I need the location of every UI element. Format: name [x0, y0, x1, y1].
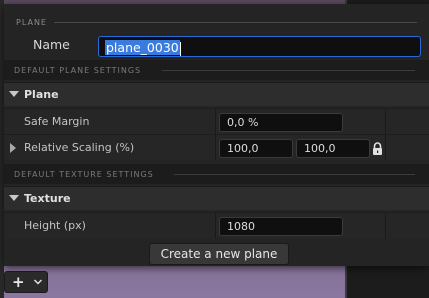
- group-label-plane: Plane: [24, 88, 59, 101]
- create-new-plane-button[interactable]: Create a new plane: [149, 243, 289, 265]
- section-divider: [162, 70, 415, 71]
- relative-scaling-y-input[interactable]: 100,0: [296, 139, 370, 158]
- text-caret: [179, 42, 181, 56]
- column-divider: [215, 109, 216, 135]
- section-divider: [54, 22, 417, 23]
- group-header-texture[interactable]: Texture: [4, 186, 429, 210]
- expand-triangle-icon[interactable]: [10, 143, 16, 153]
- safe-margin-input[interactable]: 0,0 %: [219, 113, 343, 132]
- group-label-texture: Texture: [24, 192, 71, 205]
- chevron-down-icon: [33, 279, 43, 285]
- new-plane-dialog: PLANE Name plane_0030 DEFAULT PLANE SETT…: [4, 4, 429, 266]
- name-input-value: plane_0030: [105, 40, 180, 55]
- column-divider: [385, 109, 386, 135]
- property-row-height: Height (px) 1080: [4, 212, 429, 239]
- relative-scaling-x-input[interactable]: 100,0: [219, 139, 293, 158]
- group-header-plane[interactable]: Plane: [4, 82, 429, 106]
- section-title-plane: PLANE: [16, 18, 47, 27]
- section-divider: [174, 174, 415, 175]
- height-label: Height (px): [24, 219, 86, 232]
- name-label: Name: [33, 37, 70, 52]
- plus-icon: +: [12, 273, 25, 291]
- add-dropdown-button[interactable]: +: [4, 271, 48, 293]
- safe-margin-label: Safe Margin: [24, 115, 90, 128]
- relative-scaling-label: Relative Scaling (%): [24, 141, 135, 154]
- column-divider: [385, 135, 386, 161]
- section-default-texture-settings: DEFAULT TEXTURE SETTINGS: [4, 164, 429, 184]
- collapse-triangle-icon[interactable]: [9, 195, 19, 201]
- section-title-default-plane: DEFAULT PLANE SETTINGS: [14, 66, 142, 75]
- property-row-safe-margin: Safe Margin 0,0 %: [4, 108, 429, 135]
- height-input[interactable]: 1080: [219, 217, 343, 236]
- column-divider: [385, 213, 386, 239]
- name-input[interactable]: plane_0030: [98, 36, 421, 57]
- column-divider: [215, 135, 216, 161]
- collapse-triangle-icon[interactable]: [9, 91, 19, 97]
- lock-icon[interactable]: [372, 142, 383, 155]
- section-default-plane-settings: DEFAULT PLANE SETTINGS: [4, 60, 429, 80]
- column-divider: [215, 213, 216, 239]
- section-title-default-texture: DEFAULT TEXTURE SETTINGS: [14, 170, 154, 179]
- property-row-relative-scaling: Relative Scaling (%) 100,0 100,0: [4, 134, 429, 161]
